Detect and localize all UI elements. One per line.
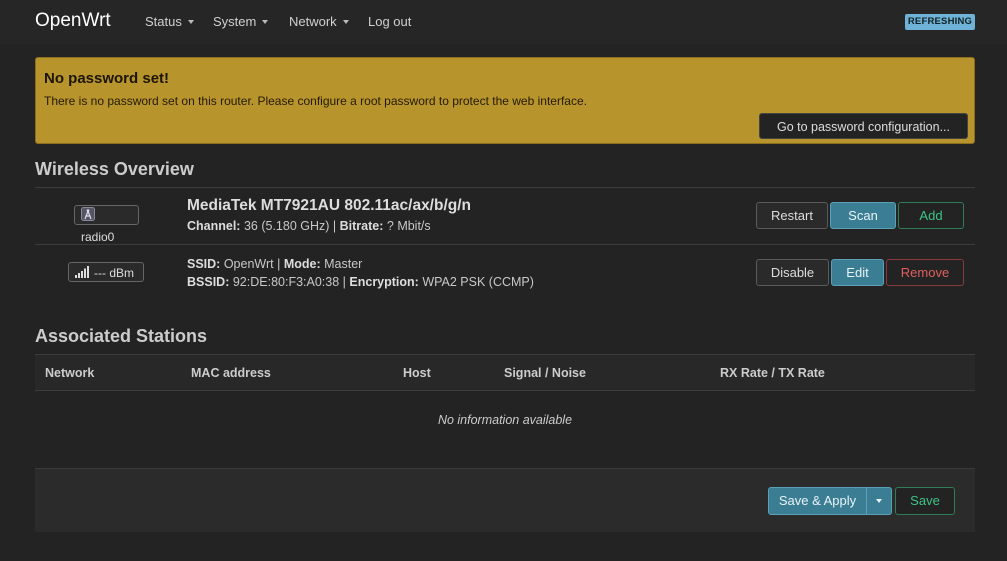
encryption-label: Encryption: <box>349 275 419 289</box>
radio-info: Channel: 36 (5.180 GHz) | Bitrate: ? Mbi… <box>187 219 431 233</box>
password-config-button[interactable]: Go to password configuration... <box>759 113 968 139</box>
col-mac-address: MAC address <box>191 366 271 380</box>
ssid-info: SSID: OpenWrt | Mode: Master <box>187 257 363 271</box>
chevron-down-icon <box>262 19 269 24</box>
wireless-overview-title: Wireless Overview <box>35 159 194 179</box>
wifi-radio-icon <box>81 206 95 227</box>
channel-label: Channel: <box>187 219 241 233</box>
menu-status[interactable]: Status <box>145 14 194 29</box>
encryption-value: WPA2 PSK (CCMP) <box>422 275 534 289</box>
menu-network[interactable]: Network <box>289 14 349 29</box>
mode-label: Mode: <box>283 257 321 271</box>
channel-value: 36 (5.180 GHz) <box>243 219 330 233</box>
signal-badge: --- dBm <box>68 262 144 282</box>
save-apply-dropdown[interactable] <box>866 487 892 515</box>
action-footer: Save & Apply Save <box>35 468 975 532</box>
bssid-info: BSSID: 92:DE:80:F3:A0:38 | Encryption: W… <box>187 275 534 289</box>
brand-logo[interactable]: OpenWrt <box>35 10 111 32</box>
menu-network-label: Network <box>289 14 337 29</box>
col-host: Host <box>403 366 431 380</box>
disable-button[interactable]: Disable <box>756 259 829 286</box>
associated-stations-title: Associated Stations <box>35 326 208 346</box>
divider <box>35 244 975 245</box>
edit-button[interactable]: Edit <box>831 259 884 286</box>
ssid-label: SSID: <box>187 257 221 271</box>
restart-button[interactable]: Restart <box>756 202 828 229</box>
col-signal-noise: Signal / Noise <box>504 366 586 380</box>
top-navbar: OpenWrt Status System Network Log out RE… <box>0 0 1007 44</box>
bssid-value: 92:DE:80:F3:A0:38 <box>232 275 340 289</box>
ssid-value: OpenWrt <box>223 257 274 271</box>
menu-status-label: Status <box>145 14 182 29</box>
signal-strength-icon <box>75 264 89 284</box>
bitrate-label: Bitrate: <box>339 219 384 233</box>
col-rx-tx-rate: RX Rate / TX Rate <box>720 366 825 380</box>
add-button[interactable]: Add <box>898 202 964 229</box>
remove-button[interactable]: Remove <box>886 259 964 286</box>
save-button[interactable]: Save <box>895 487 955 515</box>
menu-logout[interactable]: Log out <box>368 14 411 29</box>
alert-title: No password set! <box>44 70 170 87</box>
no-password-alert: No password set! There is no password se… <box>35 57 975 144</box>
menu-system-label: System <box>213 14 257 29</box>
stations-table-header: Network MAC address Host Signal / Noise … <box>35 354 975 391</box>
mode-value: Master <box>324 257 363 271</box>
refreshing-badge[interactable]: REFRESHING <box>905 14 975 30</box>
chevron-down-icon <box>876 498 882 503</box>
scan-button[interactable]: Scan <box>830 202 896 229</box>
bitrate-value: ? Mbit/s <box>386 219 431 233</box>
divider <box>35 187 975 188</box>
chevron-down-icon <box>187 19 194 24</box>
device-name: MediaTek MT7921AU 802.11ac/ax/b/g/n <box>187 197 472 214</box>
menu-system[interactable]: System <box>213 14 269 29</box>
no-information-text: No information available <box>437 413 573 427</box>
save-apply-button[interactable]: Save & Apply <box>768 487 867 515</box>
chevron-down-icon <box>342 19 349 24</box>
alert-text: There is no password set on this router.… <box>44 94 587 108</box>
signal-value: --- dBm <box>94 266 134 280</box>
col-network: Network <box>45 366 95 380</box>
bssid-label: BSSID: <box>187 275 230 289</box>
radio-badge: radio0 <box>74 205 139 244</box>
radio-name: radio0 <box>81 229 115 244</box>
